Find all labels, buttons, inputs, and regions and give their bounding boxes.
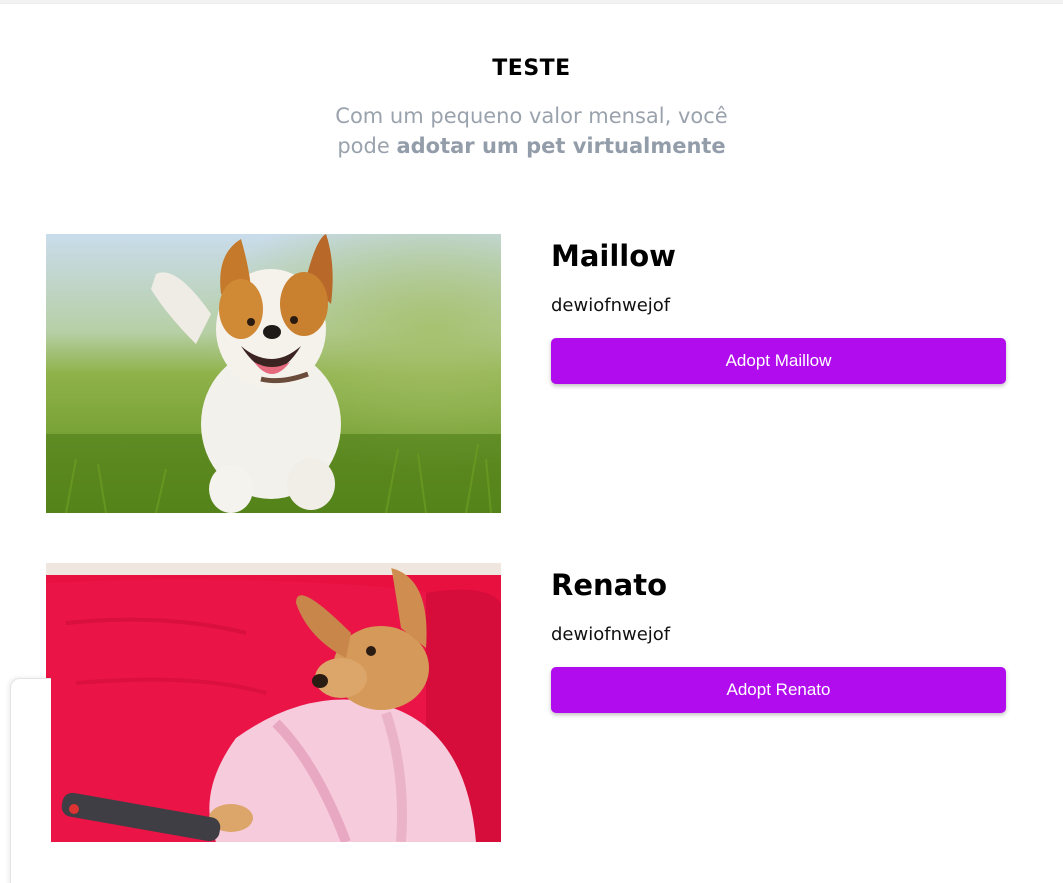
pet-photo-renato: [46, 563, 501, 842]
pet-card-renato: Renato dewiofnwejof Adopt Renato: [46, 563, 1006, 842]
pet-name: Renato: [551, 568, 667, 602]
pet-card-maillow: Maillow dewiofnwejof Adopt Maillow: [46, 234, 1006, 513]
subtitle-emphasis: adotar um pet virtualmente: [396, 134, 726, 158]
pet-description: dewiofnwejof: [551, 295, 671, 316]
dog-running-photo: [46, 234, 501, 513]
pet-info-maillow: Maillow dewiofnwejof Adopt Maillow: [551, 234, 1006, 384]
pet-info-renato: Renato dewiofnwejof Adopt Renato: [551, 563, 1006, 713]
pet-description: dewiofnwejof: [551, 624, 671, 645]
pet-name: Maillow: [551, 239, 676, 273]
page-title: TESTE: [492, 56, 571, 81]
dog-bathrobe-photo: [46, 563, 501, 842]
page-header: TESTE Com um pequeno valor mensal, você …: [0, 56, 1063, 161]
pet-photo-maillow: [46, 234, 501, 513]
page-subtitle: Com um pequeno valor mensal, você pode a…: [322, 101, 742, 161]
adopt-renato-button[interactable]: Adopt Renato: [551, 667, 1006, 713]
page: TESTE Com um pequeno valor mensal, você …: [0, 0, 1063, 883]
top-divider: [0, 0, 1063, 4]
adopt-maillow-button[interactable]: Adopt Maillow: [551, 338, 1006, 384]
side-panel-edge: [10, 678, 51, 883]
